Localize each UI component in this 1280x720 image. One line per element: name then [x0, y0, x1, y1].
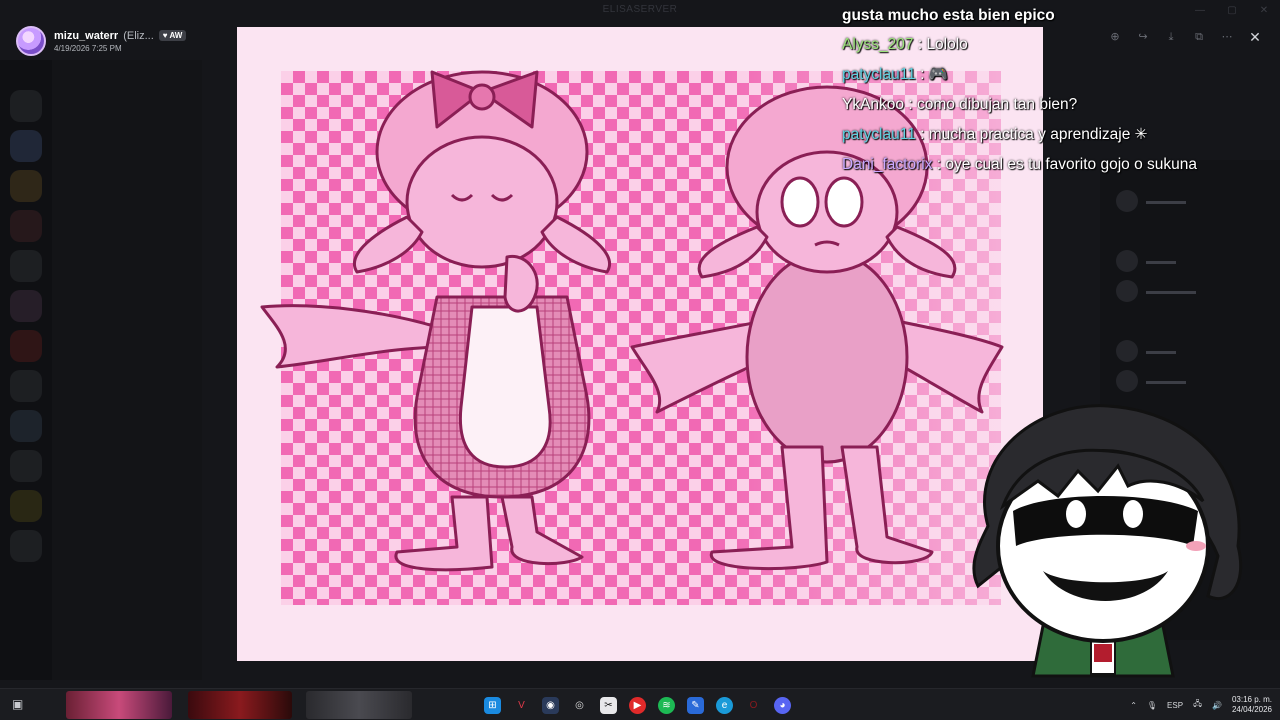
more-icon[interactable]: ⋯: [1220, 30, 1234, 44]
left-character: [260, 70, 611, 572]
post-timestamp: 4/19/2026 7:25 PM: [54, 43, 122, 53]
avatar: [1116, 250, 1138, 272]
discord-icon[interactable]: ◕: [774, 696, 791, 714]
avatar: [1116, 280, 1138, 302]
notes-icon[interactable]: ✎: [687, 696, 704, 714]
edge-icon[interactable]: e: [716, 696, 733, 714]
server-icon[interactable]: [10, 330, 42, 362]
server-icon[interactable]: [10, 250, 42, 282]
chevron-up-icon[interactable]: ⌃: [1130, 701, 1137, 710]
zoom-icon[interactable]: ⊕: [1108, 30, 1122, 44]
chat-nick: YkAnkoo: [842, 96, 905, 113]
maximize-icon[interactable]: ▢: [1216, 0, 1248, 22]
taskbar-thumbnail[interactable]: [306, 691, 412, 719]
system-tray: ⌃ 🎙 ESP 🖧 🔊 03:16 p. m. 24/04/2026: [1130, 689, 1272, 720]
server-rail: [0, 60, 52, 680]
server-icon[interactable]: [10, 530, 42, 562]
volume-icon[interactable]: 🔊: [1212, 701, 1222, 710]
language-indicator[interactable]: ESP: [1167, 701, 1183, 710]
steam-icon[interactable]: ◉: [542, 696, 559, 714]
member-item[interactable]: ▬▬▬▬▬: [1116, 280, 1196, 302]
server-icon[interactable]: [10, 130, 42, 162]
opera-icon[interactable]: O: [745, 697, 762, 714]
member-item[interactable]: ▬▬▬▬: [1116, 190, 1186, 212]
obs-icon[interactable]: ◎: [571, 697, 588, 714]
vtuber-avatar: [972, 404, 1243, 678]
author-username[interactable]: mizu_waterr: [54, 30, 118, 42]
windows-start-icon[interactable]: ⊞: [484, 696, 501, 714]
screen: ELISASERVER — ▢ ✕ ▬▬▬▬ ▬▬▬ ▬▬▬▬▬ ▬▬▬ ▬▬▬…: [0, 0, 1280, 720]
member-item[interactable]: ▬▬▬: [1116, 250, 1176, 272]
channel-list: [52, 60, 202, 680]
avatar: [1116, 340, 1138, 362]
taskbar: ▣ ⊞ V ◉ ◎ ✂ ▶ ≋ ✎ e O ◕ ⌃ 🎙 ESP 🖧 🔊 03:1…: [0, 688, 1280, 720]
clock-date: 24/04/2026: [1231, 705, 1272, 714]
avatar: [1116, 190, 1138, 212]
chat-nick: Alyss_207: [842, 36, 914, 53]
viewer-toolbar: ⊕ ↪ ⤓ ⧉ ⋯ ✕: [1108, 30, 1262, 44]
server-icon[interactable]: [10, 290, 42, 322]
taskbar-apps: ⊞ V ◉ ◎ ✂ ▶ ≋ ✎ e O ◕: [484, 689, 791, 720]
window-close-icon[interactable]: ✕: [1248, 0, 1280, 22]
server-icon[interactable]: [10, 370, 42, 402]
server-icon[interactable]: [10, 170, 42, 202]
network-icon[interactable]: 🖧: [1193, 698, 1202, 712]
server-icon[interactable]: [10, 490, 42, 522]
taskbar-thumbnail[interactable]: [66, 691, 172, 719]
chat-message: Alyss_207 : Lololo: [842, 36, 968, 53]
clock-time: 03:16 p. m.: [1231, 695, 1272, 704]
minimize-icon[interactable]: —: [1184, 0, 1216, 22]
youtube-icon[interactable]: ▶: [629, 696, 646, 714]
chat-message: gusta mucho esta bien epico: [842, 7, 1055, 24]
task-view-icon[interactable]: ▣: [12, 697, 28, 713]
chat-message: patyclau11 : mucha practica y aprendizaj…: [842, 126, 1148, 143]
close-icon[interactable]: ✕: [1248, 30, 1262, 44]
download-icon[interactable]: ⤓: [1164, 30, 1178, 44]
server-icon[interactable]: [10, 410, 42, 442]
open-external-icon[interactable]: ⧉: [1192, 30, 1206, 44]
clock[interactable]: 03:16 p. m. 24/04/2026: [1232, 695, 1272, 715]
forward-icon[interactable]: ↪: [1136, 30, 1150, 44]
chat-message: Dani_factorix : oye cual es tu favorito …: [842, 156, 1197, 173]
spotify-icon[interactable]: ≋: [658, 696, 675, 714]
member-item[interactable]: ▬▬▬▬: [1116, 370, 1186, 392]
valorant-icon[interactable]: V: [513, 697, 530, 714]
window-title: ELISASERVER: [602, 4, 678, 15]
window-controls: — ▢ ✕: [1184, 0, 1280, 22]
chat-message: patyclau11 : 🎮: [842, 66, 949, 83]
chat-message: YkAnkoo : como dibujan tan bien?: [842, 96, 1078, 113]
capcut-icon[interactable]: ✂: [600, 696, 617, 714]
author-info: mizu_waterr (Eliz... ♥ AW 4/19/2026 7:25…: [54, 29, 187, 53]
chat-nick: Dani_factorix: [842, 156, 933, 173]
avatar[interactable]: [16, 26, 46, 56]
chat-nick: patyclau11: [842, 126, 916, 143]
server-icon[interactable]: [10, 450, 42, 482]
chat-nick: patyclau11: [842, 66, 916, 83]
viewer-header: mizu_waterr (Eliz... ♥ AW 4/19/2026 7:25…: [16, 26, 187, 56]
server-icon[interactable]: [10, 210, 42, 242]
avatar: [1116, 370, 1138, 392]
server-tag-badge: ♥ AW: [158, 30, 187, 41]
taskbar-thumbnail[interactable]: [188, 691, 292, 719]
author-display-name: (Eliz...: [123, 29, 154, 42]
microphone-icon[interactable]: 🎙: [1147, 701, 1157, 710]
server-icon[interactable]: [10, 90, 42, 122]
member-item[interactable]: ▬▬▬: [1116, 340, 1176, 362]
